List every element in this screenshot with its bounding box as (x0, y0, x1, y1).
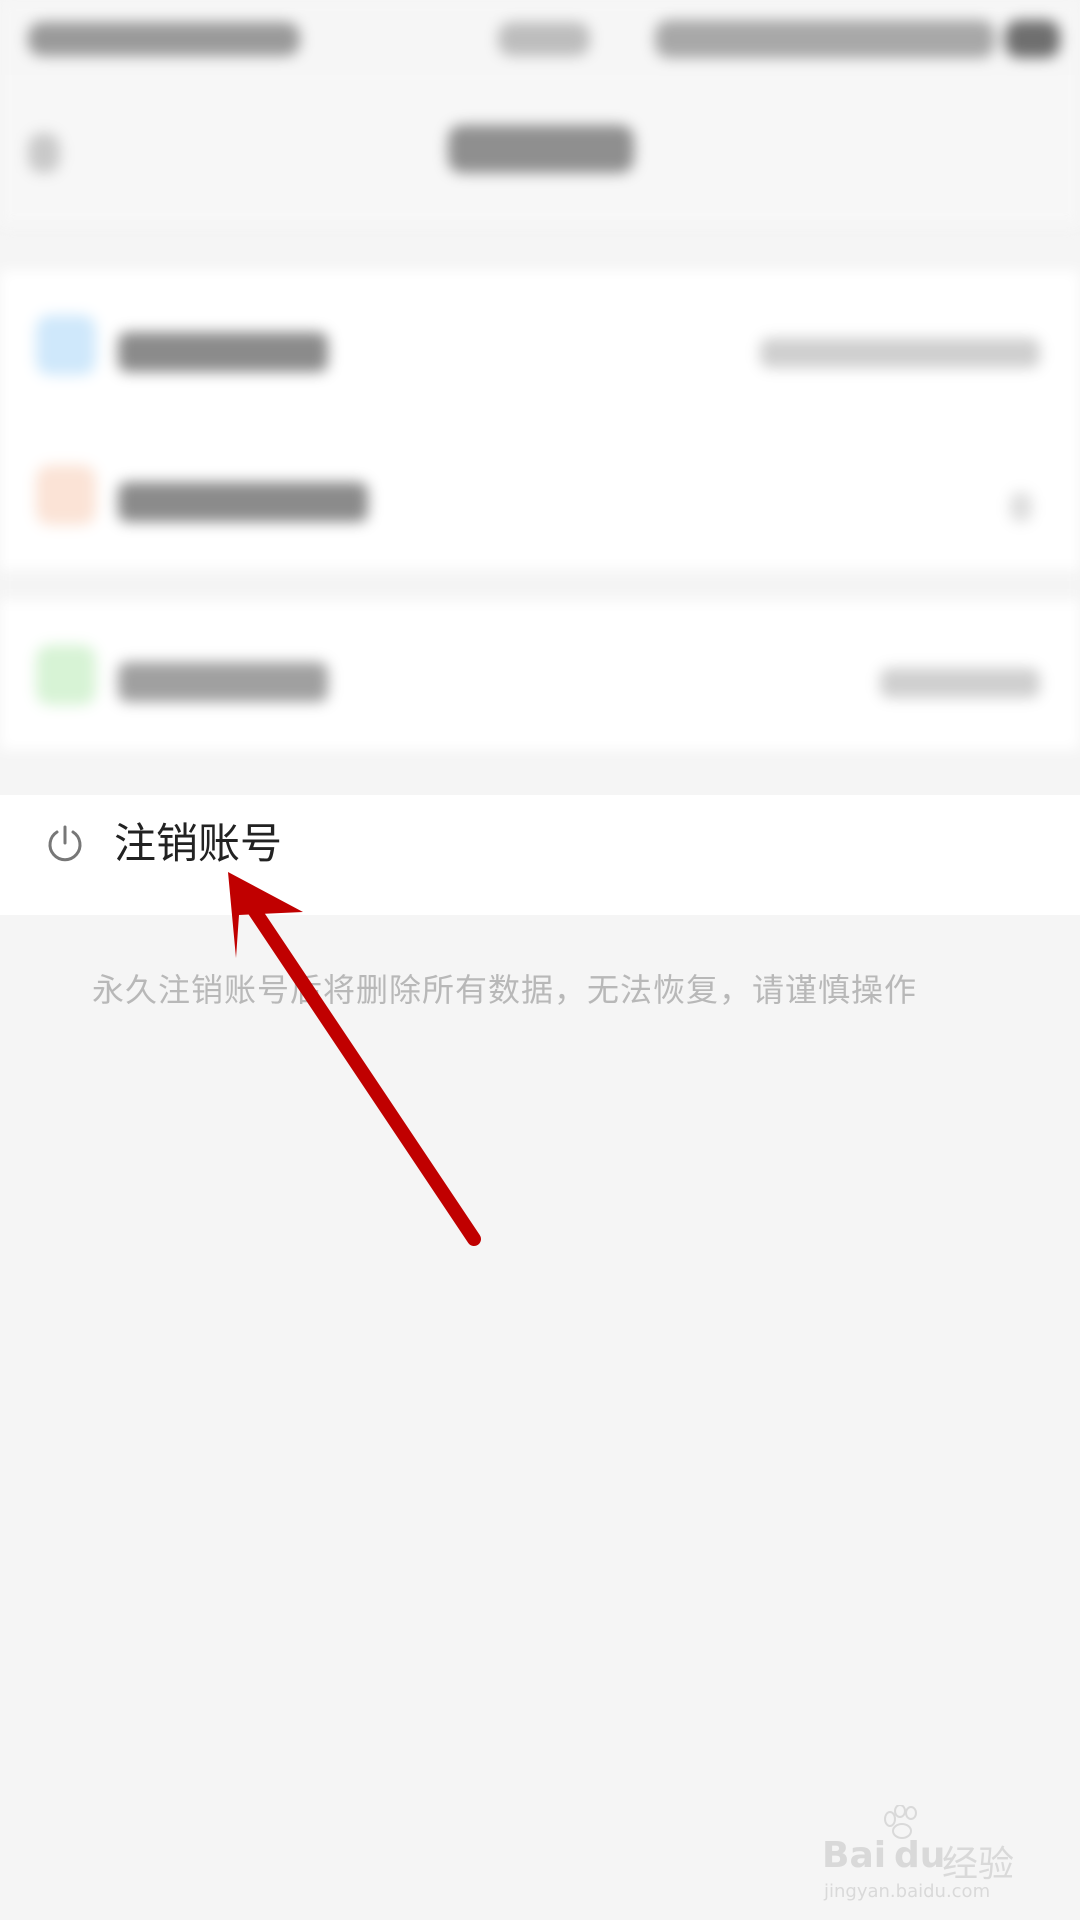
battery-blur (1005, 20, 1060, 58)
row-value-blur (880, 668, 1040, 698)
nav-title-blur (448, 125, 634, 173)
row-icon (36, 645, 96, 705)
status-center-blur (498, 22, 590, 56)
row-value-blur (760, 338, 1040, 368)
watermark-suffix: 经验 (942, 1844, 1015, 1885)
paw-icon (884, 1805, 917, 1839)
account-delete-label[interactable]: 注销账号 (114, 812, 282, 876)
row-icon (36, 315, 96, 375)
status-time-blur (28, 22, 300, 56)
list-item[interactable] (0, 600, 1080, 750)
row-icon (36, 465, 96, 525)
watermark-brand: Bai (822, 1835, 887, 1876)
power-icon (48, 825, 82, 862)
status-icons-blur (655, 20, 995, 58)
baidu-watermark: Bai du 经验 jingyan.baidu.com (822, 1805, 1022, 1902)
chevron-right-icon (1010, 492, 1032, 522)
back-icon[interactable] (28, 133, 60, 173)
list-item[interactable] (0, 270, 1080, 420)
watermark-url: jingyan.baidu.com (824, 1881, 991, 1902)
row-label-blur (118, 332, 328, 372)
watermark-brand-du: du (894, 1835, 946, 1876)
status-bar (0, 0, 1080, 75)
nav-bar (0, 75, 1080, 225)
warning-text: 永久注销账号后将删除所有数据，无法恢复，请谨慎操作 (92, 971, 918, 1009)
row-label-blur (118, 482, 368, 522)
row-label-blur (118, 662, 328, 702)
list-item[interactable] (0, 420, 1080, 570)
blurred-background (0, 0, 1080, 780)
section-gap (0, 570, 1080, 600)
